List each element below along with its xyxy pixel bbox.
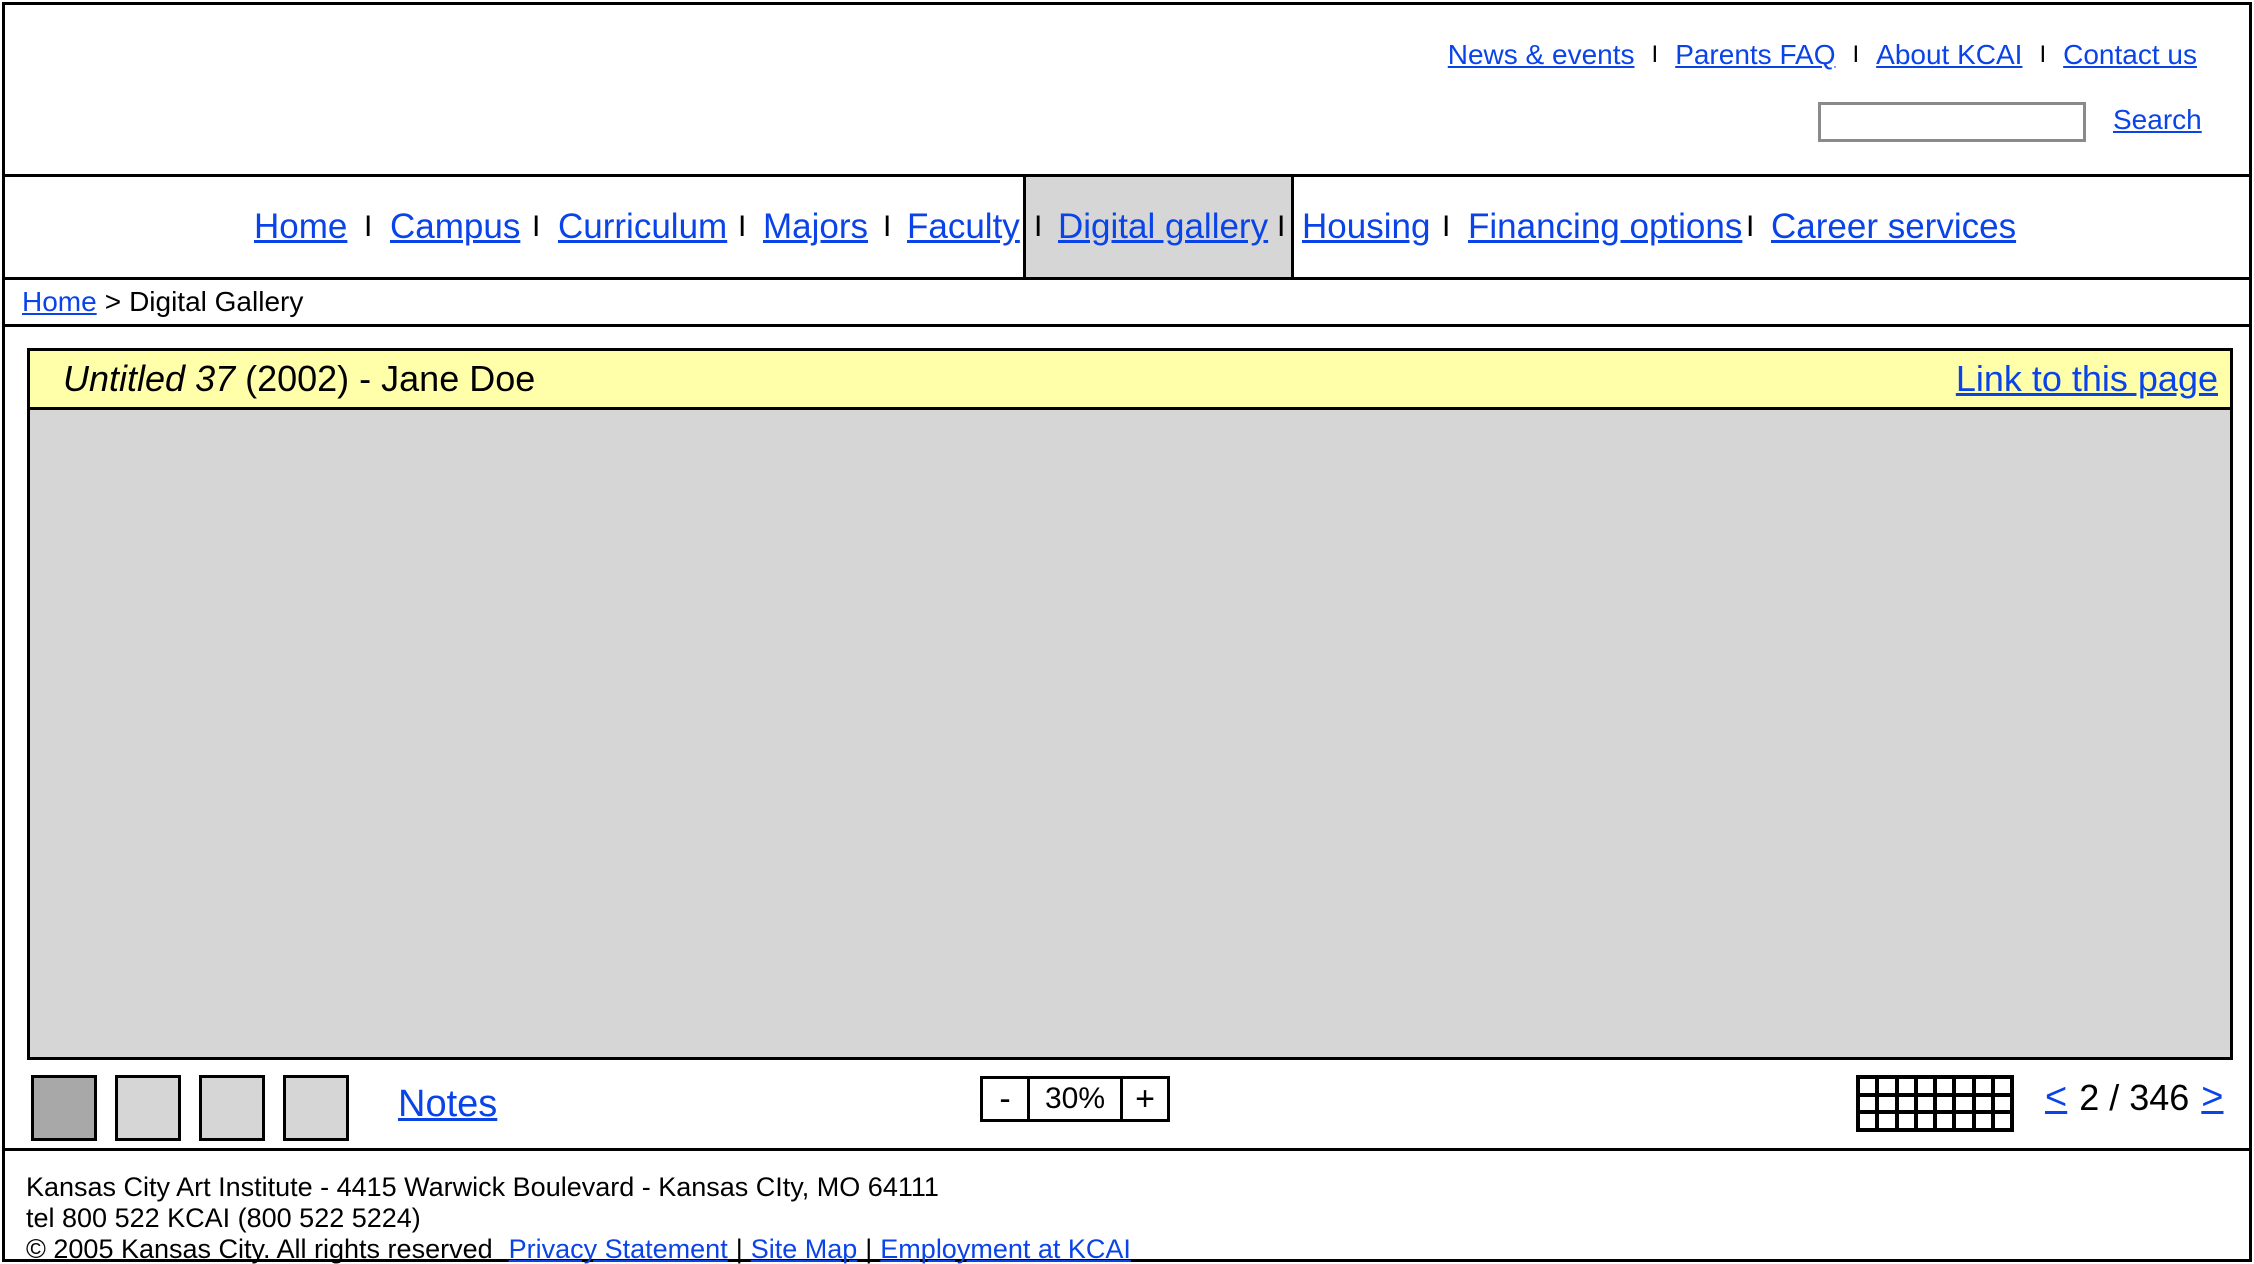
pager-prev-link[interactable]: <: [2045, 1076, 2067, 1119]
utility-separator: I: [2039, 41, 2047, 68]
utility-link-parents-faq[interactable]: Parents FAQ: [1675, 39, 1835, 71]
artwork-title: Untitled 37 (2002) - Jane Doe: [63, 351, 535, 407]
breadcrumb: Home > Digital Gallery: [5, 280, 2249, 327]
footer-tel: tel 800 522 KCAI (800 522 5224): [26, 1203, 421, 1233]
nav-item-home[interactable]: Home: [254, 177, 347, 277]
nav-separator: I: [1746, 210, 1755, 243]
utility-nav: News & events I Parents FAQ I About KCAI…: [1448, 39, 2197, 71]
nav-item-curriculum[interactable]: Curriculum: [558, 177, 727, 277]
nav-item-financing-options[interactable]: Financing options: [1468, 177, 1742, 277]
nav-item-digital-gallery[interactable]: Digital gallery: [1058, 177, 1268, 277]
thumbnail-1[interactable]: [31, 1075, 97, 1141]
utility-link-contact-us[interactable]: Contact us: [2063, 39, 2197, 71]
zoom-out-button[interactable]: -: [983, 1079, 1027, 1119]
search-input[interactable]: [1818, 102, 2086, 142]
nav-item-career-services[interactable]: Career services: [1771, 177, 2016, 277]
artwork-image: [27, 407, 2233, 1060]
grid-view-icon[interactable]: [1856, 1075, 2014, 1132]
footer-separator: |: [865, 1234, 873, 1264]
search-button[interactable]: Search: [2113, 104, 2202, 136]
utility-separator: I: [1651, 41, 1659, 68]
footer-legal: © 2005 Kansas City. All rights reserved …: [26, 1234, 2249, 1264]
nav-item-faculty[interactable]: Faculty: [907, 177, 1020, 277]
utility-link-news-events[interactable]: News & events: [1448, 39, 1635, 71]
utility-separator: I: [1852, 41, 1860, 68]
nav-separator: I: [738, 210, 747, 243]
main-nav: Home I Campus I Curriculum I Majors I Fa…: [5, 177, 2249, 280]
link-to-this-page[interactable]: Link to this page: [1956, 351, 2218, 407]
page-frame: News & events I Parents FAQ I About KCAI…: [2, 2, 2252, 1264]
zoom-level: 30%: [1027, 1079, 1123, 1119]
nav-separator: I: [532, 210, 541, 243]
breadcrumb-separator: >: [104, 286, 122, 317]
nav-separator: I: [883, 210, 892, 243]
artwork-year-artist: (2002) - Jane Doe: [245, 358, 536, 399]
footer-address: Kansas City Art Institute - 4415 Warwick…: [26, 1172, 939, 1202]
nav-item-housing[interactable]: Housing: [1302, 177, 1430, 277]
zoom-in-button[interactable]: +: [1123, 1079, 1167, 1119]
nav-item-campus[interactable]: Campus: [390, 177, 520, 277]
thumbnail-4[interactable]: [283, 1075, 349, 1141]
pager: < 2 / 346 >: [2045, 1076, 2224, 1119]
footer-sitemap-link[interactable]: Site Map: [751, 1234, 858, 1264]
nav-separator: I: [1034, 210, 1043, 243]
nav-separator: I: [364, 210, 373, 243]
header: News & events I Parents FAQ I About KCAI…: [5, 5, 2249, 177]
nav-separator: I: [1442, 210, 1451, 243]
artwork-title-name: Untitled 37: [63, 358, 236, 399]
breadcrumb-current: Digital Gallery: [129, 286, 304, 317]
pager-next-link[interactable]: >: [2201, 1076, 2223, 1119]
zoom-control: - 30% +: [980, 1076, 1170, 1122]
footer-copyright: © 2005 Kansas City. All rights reserved: [26, 1234, 493, 1264]
footer-separator: |: [735, 1234, 743, 1264]
thumbnail-3[interactable]: [199, 1075, 265, 1141]
utility-link-about-kcai[interactable]: About KCAI: [1876, 39, 2022, 71]
footer-privacy-link[interactable]: Privacy Statement: [509, 1234, 728, 1264]
thumbnail-2[interactable]: [115, 1075, 181, 1141]
artwork-title-bar: Untitled 37 (2002) - Jane Doe Link to th…: [27, 348, 2233, 410]
notes-link[interactable]: Notes: [398, 1083, 497, 1126]
breadcrumb-home-link[interactable]: Home: [22, 286, 97, 318]
nav-item-majors[interactable]: Majors: [763, 177, 868, 277]
nav-separator: I: [1277, 210, 1286, 243]
footer-employment-link[interactable]: Employment at KCAI: [880, 1234, 1131, 1264]
footer: Kansas City Art Institute - 4415 Warwick…: [5, 1148, 2249, 1264]
pager-count: 2 / 346: [2079, 1076, 2190, 1118]
